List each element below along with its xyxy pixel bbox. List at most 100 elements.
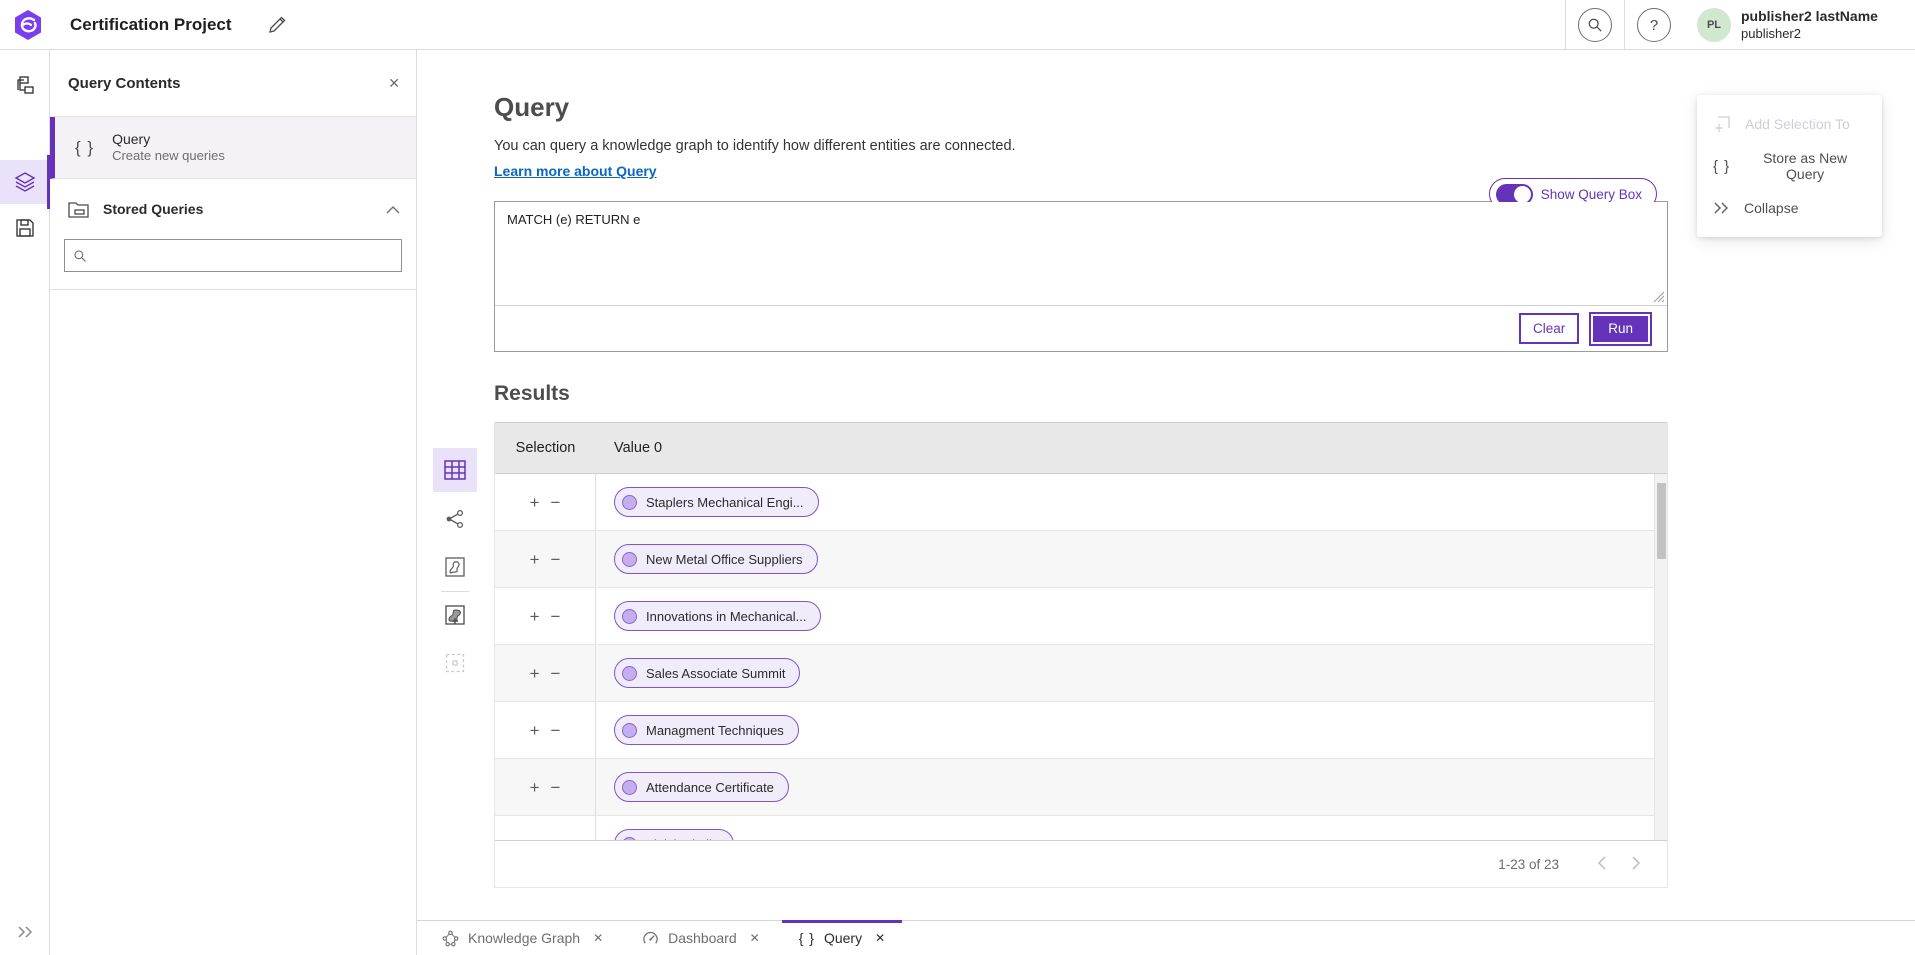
entity-pill[interactable]: Attendance Certificate bbox=[614, 772, 789, 802]
rail-item-project[interactable] bbox=[3, 63, 47, 107]
clear-button[interactable]: Clear bbox=[1519, 313, 1579, 344]
save-icon bbox=[15, 218, 35, 238]
divider bbox=[1624, 0, 1625, 50]
table-pagination: 1-23 of 23 bbox=[495, 841, 1667, 888]
add-selection-to-menu-item[interactable]: Add Selection To bbox=[1697, 103, 1882, 145]
stored-queries-header[interactable]: Stored Queries bbox=[50, 179, 416, 239]
chevron-left-icon bbox=[1597, 856, 1606, 870]
entity-pill[interactable]: Staplers Mechanical Engi... bbox=[614, 487, 819, 517]
table-icon bbox=[444, 460, 466, 480]
table-row: + − Managment Techniques bbox=[495, 702, 1667, 759]
entity-label: New Metal Office Suppliers bbox=[646, 552, 803, 567]
search-button[interactable] bbox=[1578, 8, 1612, 42]
add-selection-button[interactable]: + bbox=[530, 608, 540, 625]
close-tab-button[interactable]: ✕ bbox=[593, 931, 603, 945]
rail-item-layers[interactable] bbox=[0, 160, 50, 204]
rail-item-save[interactable] bbox=[3, 206, 47, 250]
store-as-new-query-menu-item[interactable]: { } Store as New Query bbox=[1697, 145, 1882, 187]
tab-knowledge-graph[interactable]: Knowledge Graph ✕ bbox=[425, 921, 620, 955]
user-avatar[interactable]: PL bbox=[1697, 8, 1731, 42]
entity-pill[interactable]: Managment Techniques bbox=[614, 715, 799, 745]
table-scrollbar[interactable] bbox=[1654, 474, 1667, 840]
query-actions-menu: Add Selection To { } Store as New Query … bbox=[1697, 95, 1882, 237]
edit-title-button[interactable] bbox=[266, 13, 290, 37]
query-heading: Query bbox=[494, 92, 1668, 123]
table-row: + − Finished Tile bbox=[495, 816, 1667, 841]
map-view-button[interactable] bbox=[433, 545, 477, 589]
scrollbar-thumb[interactable] bbox=[1657, 483, 1666, 559]
collapse-menu-item[interactable]: Collapse bbox=[1697, 187, 1882, 229]
remove-selection-button[interactable]: − bbox=[551, 551, 561, 568]
entity-pill[interactable]: New Metal Office Suppliers bbox=[614, 544, 818, 574]
user-full-name: publisher2 lastName bbox=[1741, 8, 1901, 26]
close-icon: ✕ bbox=[593, 931, 603, 945]
add-selection-button[interactable]: + bbox=[530, 836, 540, 842]
entity-pill[interactable]: Innovations in Mechanical... bbox=[614, 601, 821, 631]
search-input[interactable] bbox=[95, 248, 393, 263]
tab-dashboard[interactable]: Dashboard ✕ bbox=[625, 921, 777, 955]
remove-selection-button[interactable]: − bbox=[551, 779, 561, 796]
table-row: + − Attendance Certificate bbox=[495, 759, 1667, 816]
query-item-subtitle: Create new queries bbox=[112, 148, 225, 165]
add-to-link-chart-icon bbox=[445, 653, 465, 673]
add-selection-button[interactable]: + bbox=[530, 722, 540, 739]
contents-item-query[interactable]: { } Query Create new queries bbox=[50, 117, 416, 179]
remove-selection-button[interactable]: − bbox=[551, 722, 561, 739]
folder-icon bbox=[68, 200, 89, 219]
knowledge-graph-icon bbox=[442, 930, 459, 947]
user-menu[interactable]: publisher2 lastName publisher2 bbox=[1741, 8, 1901, 42]
close-tab-button[interactable]: ✕ bbox=[875, 931, 885, 945]
divider bbox=[50, 289, 416, 290]
chevron-up-icon[interactable] bbox=[386, 205, 400, 214]
add-selection-button[interactable]: + bbox=[530, 779, 540, 796]
remove-selection-button[interactable]: − bbox=[551, 494, 561, 511]
table-view-button[interactable] bbox=[433, 448, 477, 492]
add-to-link-chart-button[interactable] bbox=[433, 641, 477, 685]
entity-pill[interactable]: Sales Associate Summit bbox=[614, 658, 800, 688]
left-icon-rail bbox=[0, 50, 50, 955]
query-editor-box: MATCH (e) RETURN e Clear Run bbox=[494, 201, 1668, 352]
entity-dot-icon bbox=[622, 609, 637, 624]
add-selection-icon bbox=[1713, 115, 1731, 133]
entity-pill[interactable]: Finished Tile bbox=[614, 829, 734, 841]
dashboard-gauge-icon bbox=[642, 930, 659, 947]
help-button[interactable]: ? bbox=[1637, 8, 1671, 42]
close-panel-button[interactable]: ✕ bbox=[388, 75, 400, 92]
braces-icon: { } bbox=[799, 930, 815, 946]
close-tab-button[interactable]: ✕ bbox=[750, 931, 760, 945]
entity-dot-icon bbox=[622, 780, 637, 795]
query-item-title: Query bbox=[112, 130, 225, 148]
add-selection-button[interactable]: + bbox=[530, 494, 540, 511]
previous-page-button[interactable] bbox=[1597, 856, 1606, 873]
add-selection-button[interactable]: + bbox=[530, 551, 540, 568]
entity-label: Attendance Certificate bbox=[646, 780, 774, 795]
entity-label: Sales Associate Summit bbox=[646, 666, 785, 681]
expand-rail-button[interactable] bbox=[0, 915, 50, 949]
query-contents-panel: Query Contents ✕ { } Query Create new qu… bbox=[50, 50, 417, 955]
close-icon: ✕ bbox=[875, 931, 885, 945]
divider bbox=[1565, 0, 1566, 50]
document-tab-bar: Knowledge Graph ✕ Dashboard ✕ { } Query … bbox=[417, 920, 1915, 955]
next-page-button[interactable] bbox=[1632, 856, 1641, 873]
link-chart-view-button[interactable] bbox=[433, 497, 477, 541]
add-selection-button[interactable]: + bbox=[530, 665, 540, 682]
query-textarea[interactable]: MATCH (e) RETURN e bbox=[495, 202, 1667, 305]
close-icon: ✕ bbox=[388, 75, 400, 91]
run-button[interactable]: Run bbox=[1591, 314, 1650, 344]
table-row: + − Staplers Mechanical Engi... bbox=[495, 474, 1667, 531]
stored-queries-search[interactable] bbox=[64, 239, 402, 272]
app-logo-icon[interactable] bbox=[12, 9, 44, 41]
entity-dot-icon bbox=[622, 495, 637, 510]
remove-selection-button[interactable]: − bbox=[551, 608, 561, 625]
add-to-map-button[interactable] bbox=[433, 593, 477, 637]
entity-dot-icon bbox=[622, 666, 637, 681]
entity-dot-icon bbox=[622, 723, 637, 738]
table-header-row: Selection Value 0 bbox=[495, 422, 1667, 474]
stored-queries-label: Stored Queries bbox=[103, 201, 386, 217]
remove-selection-button[interactable]: − bbox=[551, 665, 561, 682]
tab-label: Query bbox=[824, 930, 862, 946]
tab-query[interactable]: { } Query ✕ bbox=[782, 921, 902, 955]
learn-more-link[interactable]: Learn more about Query bbox=[494, 163, 657, 179]
resize-grip-icon[interactable] bbox=[1653, 291, 1665, 303]
remove-selection-button[interactable]: − bbox=[551, 836, 561, 842]
